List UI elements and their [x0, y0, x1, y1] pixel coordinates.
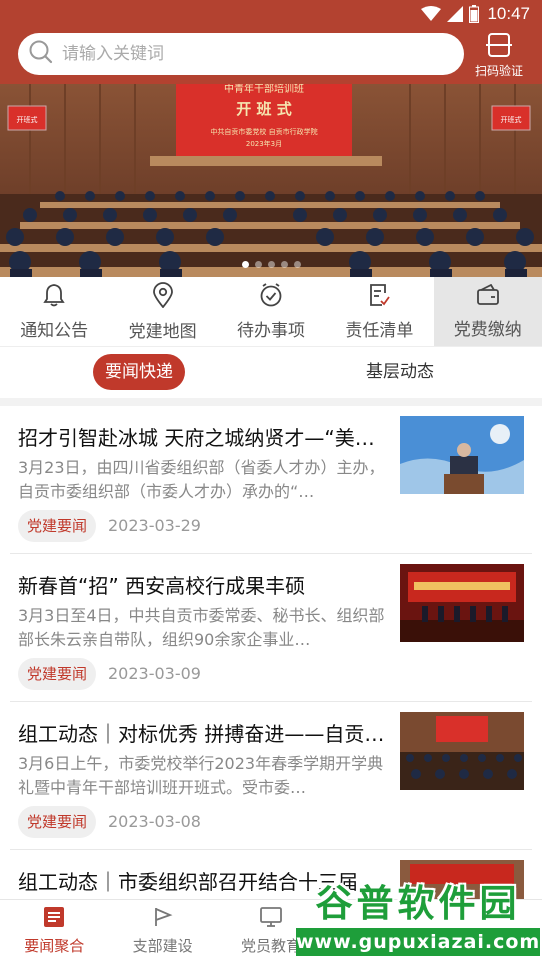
carousel-dot[interactable]: [267, 261, 275, 268]
flag-icon: [152, 906, 174, 935]
carousel-dots: [0, 261, 542, 268]
news-title: 新春首“招” 西安高校行成果丰硕: [18, 574, 306, 598]
status-time: 10:47: [487, 4, 530, 23]
watermark-url: www.gupuxiazai.com: [296, 928, 540, 956]
carousel-dot[interactable]: [280, 261, 288, 268]
bottom-nav-news[interactable]: 要闻聚合: [0, 900, 108, 962]
news-thumbnail: [400, 712, 524, 790]
news-title: 组工动态｜对标优秀 拼搏奋进——自贡…: [18, 722, 385, 746]
top-header: 扫码验证: [0, 28, 542, 84]
news-date: 2023-03-08: [108, 812, 201, 831]
signal-icon: [447, 6, 464, 22]
banner-screen-sub: 中共自贡市委党校 自贡市行政学院: [210, 127, 317, 136]
search-icon: [28, 39, 54, 69]
scan-icon: [486, 33, 512, 61]
news-tag: 党建要闻: [18, 510, 97, 542]
site-watermark: 谷普软件园 www.gupuxiazai.com: [296, 876, 540, 960]
banner-screen-small: 中青年干部培训班: [224, 84, 304, 95]
search-bar[interactable]: [18, 33, 464, 75]
bell-icon: [43, 283, 65, 316]
app-root: 10:47 扫码验证 中青年干部培训班: [0, 0, 542, 962]
quick-nav-dues[interactable]: 党费缴纳: [433, 277, 542, 346]
news-title: 招才引智赴冰城 天府之城纳贤才—“美…: [18, 426, 375, 450]
wifi-icon: [421, 6, 442, 22]
quick-nav-label: 党费缴纳: [453, 319, 522, 340]
quick-nav-label: 待办事项: [236, 320, 305, 341]
bottom-nav-branch[interactable]: 支部建设: [108, 900, 216, 962]
carousel-dot[interactable]: [241, 261, 249, 268]
banner-screen-date: 2023年3月: [246, 139, 282, 148]
quick-nav-todo[interactable]: 待办事项: [217, 277, 325, 346]
status-bar: 10:47: [0, 0, 542, 28]
checklist-icon: [368, 283, 391, 316]
carousel-dot[interactable]: [254, 261, 262, 268]
quick-nav-notices[interactable]: 通知公告: [0, 277, 108, 346]
bottom-nav-label: 党员教育: [240, 937, 301, 955]
banner-right-screen: 开班式: [501, 115, 522, 124]
news-list[interactable]: 招才引智赴冰城 天府之城纳贤才—“美… 3月23日，由四川省委组织部（省委人才办…: [0, 406, 542, 899]
scan-label: 扫码验证: [474, 64, 523, 78]
news-summary: 3月6日上午，市委党校举行2023年春季学期开学典礼暨中青年干部培训班开班式。受…: [18, 754, 384, 797]
news-date: 2023-03-29: [108, 516, 201, 535]
quick-nav: 通知公告 党建地图 待办事项 责任清单 党费缴纳: [0, 277, 542, 346]
news-item[interactable]: 招才引智赴冰城 天府之城纳贤才—“美… 3月23日，由四川省委组织部（省委人才办…: [10, 406, 532, 554]
battery-icon: [469, 5, 480, 23]
scan-verify-button[interactable]: 扫码验证: [470, 32, 528, 78]
monitor-icon: [259, 906, 283, 935]
carousel-dot[interactable]: [293, 261, 301, 268]
watermark-brand: 谷普软件园: [315, 882, 521, 925]
news-thumbnail: [400, 564, 524, 642]
news-summary: 3月23日，由四川省委组织部（省委人才办）主办，自贡市委组织部（市委人才办）承办…: [18, 458, 385, 501]
banner-photo: 中青年干部培训班 开 班 式 中共自贡市委党校 自贡市行政学院 2023年3月 …: [0, 84, 542, 277]
news-thumbnail: [400, 416, 524, 494]
news-icon: [43, 906, 65, 935]
search-input[interactable]: [62, 44, 442, 64]
banner-carousel[interactable]: 中青年干部培训班 开 班 式 中共自贡市委党校 自贡市行政学院 2023年3月 …: [0, 84, 542, 277]
quick-nav-label: 责任清单: [345, 320, 414, 341]
quick-nav-party-map[interactable]: 党建地图: [108, 277, 216, 346]
clock-check-icon: [259, 282, 283, 316]
news-tag: 党建要闻: [18, 806, 97, 838]
section-divider: [0, 398, 542, 406]
news-tabs: 要闻快递 基层动态: [0, 346, 542, 398]
news-item[interactable]: 组工动态｜对标优秀 拼搏奋进——自贡… 3月6日上午，市委党校举行2023年春季…: [10, 702, 532, 850]
quick-nav-label: 通知公告: [20, 320, 89, 341]
location-pin-icon: [152, 281, 174, 317]
quick-nav-label: 党建地图: [128, 321, 197, 342]
wallet-icon: [476, 283, 500, 315]
tab-grassroots-news[interactable]: 基层动态: [354, 354, 446, 390]
bottom-nav-label: 支部建设: [132, 937, 193, 955]
news-summary: 3月3日至4日，中共自贡市委常委、秘书长、组织部部长朱云亲自带队，组织90余家企…: [18, 606, 385, 649]
bottom-nav-label: 要闻聚合: [24, 937, 85, 955]
banner-screen-title: 开 班 式: [236, 100, 291, 118]
tab-news-express[interactable]: 要闻快递: [93, 354, 185, 390]
news-date: 2023-03-09: [108, 664, 201, 683]
news-item[interactable]: 新春首“招” 西安高校行成果丰硕 3月3日至4日，中共自贡市委常委、秘书长、组织…: [10, 554, 532, 702]
banner-left-screen: 开班式: [17, 115, 38, 124]
quick-nav-responsibility[interactable]: 责任清单: [325, 277, 433, 346]
news-tag: 党建要闻: [18, 658, 97, 690]
